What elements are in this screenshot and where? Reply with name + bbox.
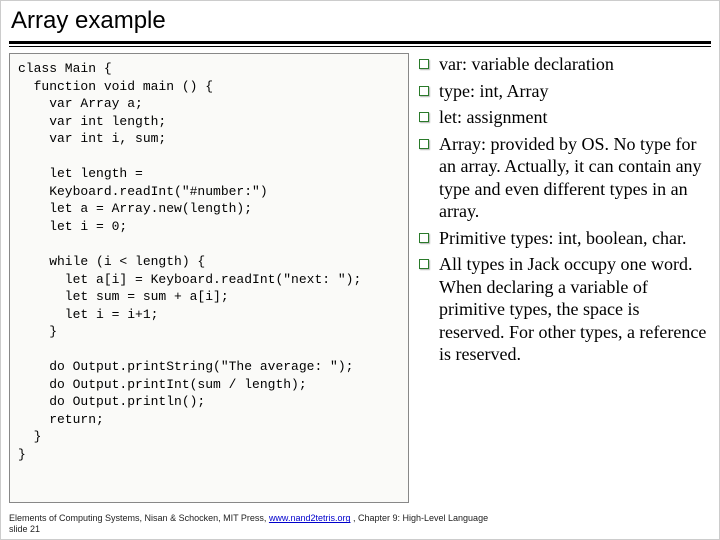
list-item: Primitive types: int, boolean, char. (419, 227, 709, 250)
footer-prefix: Elements of Computing Systems, Nisan & S… (9, 513, 269, 523)
bullet-text: Primitive types: int, boolean, char. (439, 227, 686, 250)
bullet-text: var: variable declaration (439, 53, 614, 76)
bullet-list: var: variable declaration type: int, Arr… (417, 53, 711, 503)
slide-number: slide 21 (9, 524, 40, 534)
square-bullet-icon (419, 233, 429, 243)
footer-suffix: , Chapter 9: High-Level Language (350, 513, 488, 523)
square-bullet-icon (419, 86, 429, 96)
footer: Elements of Computing Systems, Nisan & S… (9, 513, 711, 535)
bullet-text: Array: provided by OS. No type for an ar… (439, 133, 709, 223)
list-item: type: int, Array (419, 80, 709, 103)
list-item: All types in Jack occupy one word. When … (419, 253, 709, 366)
square-bullet-icon (419, 59, 429, 69)
square-bullet-icon (419, 259, 429, 269)
divider-thin (9, 46, 711, 47)
title-bar: Array example (1, 1, 719, 39)
slide: Array example class Main { function void… (0, 0, 720, 540)
bullet-text: All types in Jack occupy one word. When … (439, 253, 709, 366)
list-item: Array: provided by OS. No type for an ar… (419, 133, 709, 223)
divider-thick (9, 41, 711, 44)
footer-link[interactable]: www.nand2tetris.org (269, 513, 351, 523)
slide-title: Array example (11, 7, 709, 35)
list-item: let: assignment (419, 106, 709, 129)
list-item: var: variable declaration (419, 53, 709, 76)
slide-body: class Main { function void main () { var… (1, 53, 719, 503)
square-bullet-icon (419, 112, 429, 122)
bullet-text: type: int, Array (439, 80, 548, 103)
code-block: class Main { function void main () { var… (9, 53, 409, 503)
square-bullet-icon (419, 139, 429, 149)
bullet-text: let: assignment (439, 106, 547, 129)
